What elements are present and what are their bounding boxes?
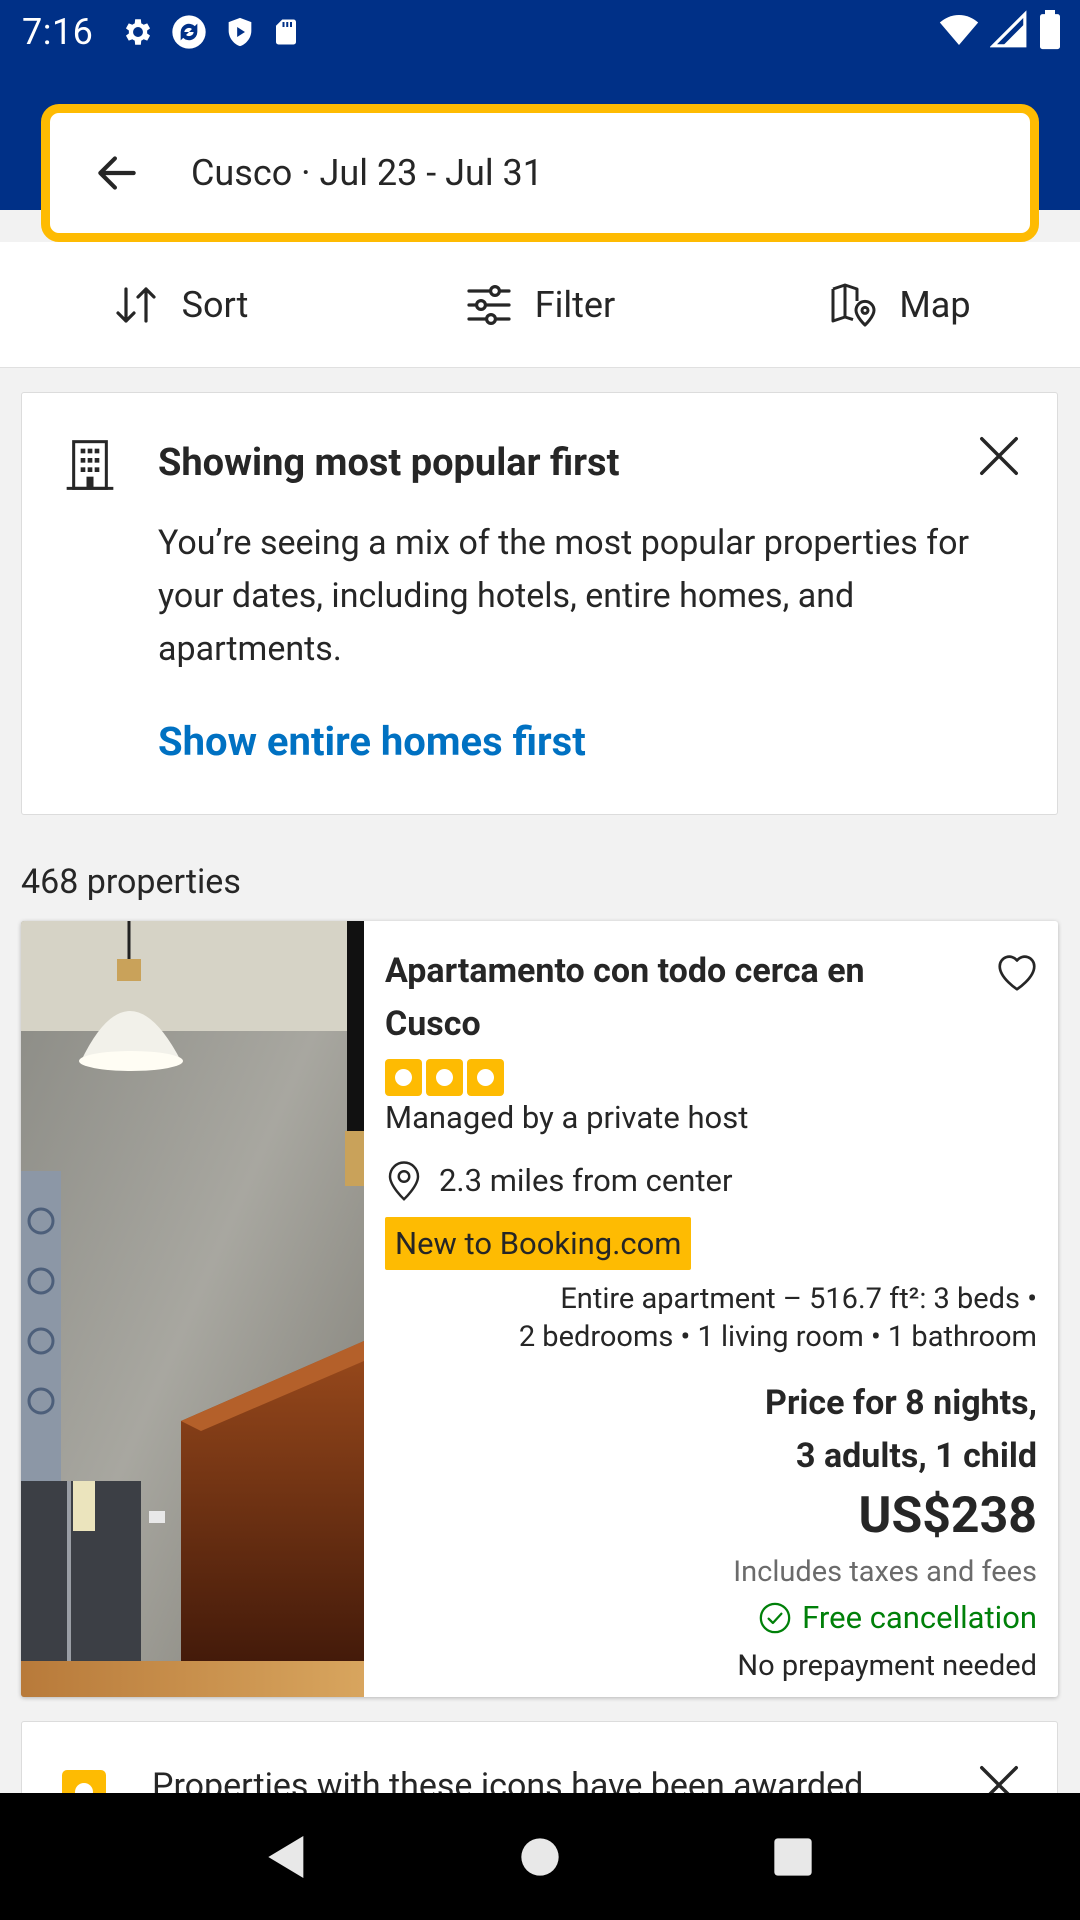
price-for-line-2: 3 adults, 1 child — [796, 1436, 1037, 1476]
search-query[interactable]: Cusco · Jul 23 - Jul 31 — [191, 152, 543, 194]
property-name[interactable]: Apartamento con todo cerca en Cusco — [385, 945, 965, 1051]
price: US$238 — [858, 1487, 1038, 1545]
price-for-line-1: Price for 8 nights, — [765, 1383, 1037, 1423]
unit-line-1: Entire apartment – 516.7 ft²: 3 beds • — [560, 1282, 1037, 1316]
check-circle-icon — [759, 1602, 791, 1633]
rating-square-icon — [467, 1059, 504, 1096]
unit-description: Entire apartment – 516.7 ft²: 3 beds • 2… — [385, 1280, 1037, 1356]
nav-recents-icon[interactable] — [765, 1829, 821, 1885]
nav-back-icon[interactable] — [259, 1829, 315, 1885]
close-icon[interactable] — [976, 433, 1022, 479]
filter-label: Filter — [534, 283, 616, 326]
taxes-note: Includes taxes and fees — [733, 1555, 1037, 1589]
shield-play-icon — [229, 17, 252, 46]
rating-square-icon — [385, 1059, 422, 1096]
sort-label: Sort — [181, 283, 249, 326]
no-prepayment: No prepayment needed — [737, 1649, 1037, 1683]
distance-row: 2.3 miles from center — [385, 1159, 733, 1201]
heart-icon[interactable] — [994, 949, 1040, 995]
free-cancellation: Free cancellation — [758, 1599, 1037, 1636]
system-nav-bar — [0, 1793, 1080, 1920]
settings-icon — [126, 18, 151, 45]
sync-icon — [172, 14, 207, 49]
sort-info-banner: Showing most popular first You’re seeing… — [21, 392, 1058, 815]
property-photo[interactable] — [21, 921, 364, 1697]
location-pin-icon — [388, 1161, 420, 1201]
results-toolbar: Sort Filter Map — [0, 242, 1080, 368]
filter-button[interactable]: Filter — [360, 242, 720, 367]
price-for: Price for 8 nights, 3 adults, 1 child — [385, 1377, 1037, 1483]
host-info: Managed by a private host — [385, 1099, 749, 1136]
map-label: Map — [899, 283, 971, 326]
filter-sliders-icon — [467, 284, 511, 325]
sort-button[interactable]: Sort — [0, 242, 360, 367]
unit-line-2: 2 bedrooms • 1 living room • 1 bathroom — [518, 1320, 1037, 1354]
rating-square-icon — [426, 1059, 463, 1096]
free-cancellation-text: Free cancellation — [802, 1599, 1037, 1636]
banner-description: You’re seeing a mix of the most popular … — [158, 523, 970, 669]
property-info: Apartamento con todo cerca en Cusco Mana… — [385, 921, 1037, 1697]
building-icon — [66, 440, 114, 490]
map-icon — [831, 283, 876, 326]
show-entire-homes-link[interactable]: Show entire homes first — [158, 718, 586, 765]
signal-icon — [990, 10, 1027, 48]
wifi-icon — [939, 15, 979, 45]
distance-text: 2.3 miles from center — [439, 1161, 733, 1199]
search-box[interactable]: Cusco · Jul 23 - Jul 31 — [41, 104, 1039, 242]
new-badge: New to Booking.com — [385, 1217, 692, 1270]
banner-title: Showing most popular first — [158, 441, 620, 485]
status-bar: 7:16 — [0, 0, 1080, 63]
sd-card-icon — [276, 19, 297, 44]
status-time: 7:16 — [22, 10, 94, 53]
results-count: 468 properties — [21, 862, 241, 902]
battery-icon — [1040, 10, 1060, 50]
sort-icon — [116, 286, 156, 323]
back-arrow-icon[interactable] — [92, 148, 142, 198]
star-rating — [385, 1059, 504, 1096]
map-button[interactable]: Map — [720, 242, 1080, 367]
nav-home-icon[interactable] — [512, 1829, 568, 1885]
property-card[interactable]: Apartamento con todo cerca en Cusco Mana… — [21, 921, 1058, 1697]
